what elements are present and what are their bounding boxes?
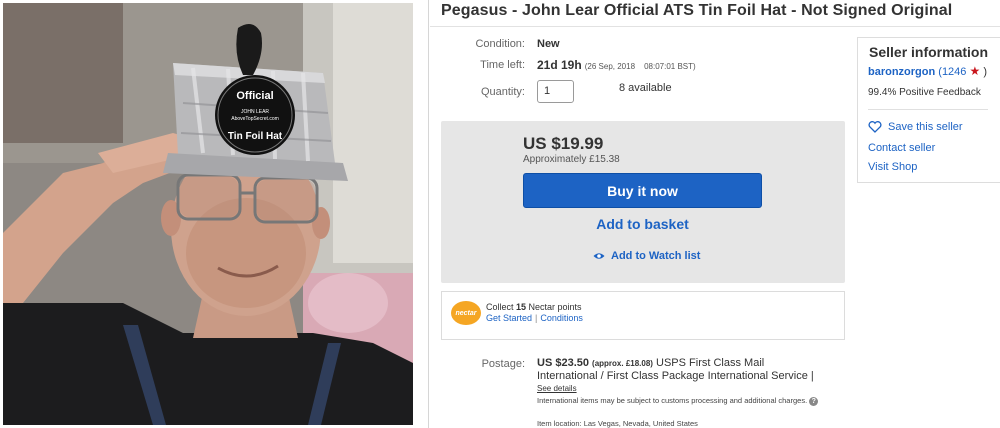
eye-icon xyxy=(593,253,605,259)
condition-value: New xyxy=(537,38,560,50)
price: US $19.99 xyxy=(523,134,604,153)
nectar-get-started-link[interactable]: Get Started xyxy=(486,313,532,323)
nectar-conditions-link[interactable]: Conditions xyxy=(540,313,583,323)
feedback-star-icon: ★ xyxy=(969,64,981,78)
time-left-time: 08:07:01 BST) xyxy=(644,62,696,71)
add-to-watch-list-button[interactable]: Add to Watch list xyxy=(593,250,700,262)
postage-approx: (approx. £18.08) xyxy=(592,359,653,368)
nectar-collect-prefix: Collect xyxy=(486,302,517,312)
seller-score-link[interactable]: (1246 xyxy=(938,66,966,78)
seller-heading: Seller information xyxy=(869,44,989,60)
postage-label: Postage: xyxy=(481,358,525,370)
listing-title: Pegasus - John Lear Official ATS Tin Foi… xyxy=(441,2,953,19)
condition-label: Condition: xyxy=(475,38,525,50)
listing-photo[interactable]: Official JOHN LEAR AboveTopSecret.com Ti… xyxy=(3,3,413,425)
quantity-label: Quantity: xyxy=(480,86,525,98)
nectar-collect-text: Collect 15 Nectar points xyxy=(486,302,582,312)
seller-name-link[interactable]: baronzorgon xyxy=(868,66,935,78)
buy-it-now-button[interactable]: Buy it now xyxy=(523,173,762,208)
price-approx: Approximately £15.38 xyxy=(523,154,620,165)
save-seller-link[interactable]: Save this seller xyxy=(868,121,963,133)
contact-seller-link[interactable]: Contact seller xyxy=(868,142,935,154)
add-to-basket-button[interactable]: Add to basket xyxy=(523,213,762,235)
postage-service-line-2: International / First Class Package Inte… xyxy=(537,370,814,382)
available-count: 8 available xyxy=(619,82,672,94)
save-seller-label: Save this seller xyxy=(888,121,963,133)
international-note-text: International items may be subject to cu… xyxy=(537,396,808,405)
title-divider xyxy=(430,26,1000,27)
seller-divider xyxy=(868,109,988,110)
postage-line-1: US $23.50 (approx. £18.08) USPS First Cl… xyxy=(537,357,764,369)
help-icon[interactable]: ? xyxy=(809,397,819,406)
hat-badge-top-text: Official xyxy=(236,90,273,102)
photo-divider xyxy=(428,0,429,428)
hat-badge-mid1-text: JOHN LEAR xyxy=(241,109,269,115)
nectar-collect-suffix: Nectar points xyxy=(526,302,582,312)
postage-price: US $23.50 xyxy=(537,357,589,369)
time-left: 21d 19h (26 Sep, 2018 08:07:01 BST) xyxy=(537,58,696,72)
nectar-points: 15 xyxy=(516,302,527,312)
listing-photo-illustration: Official JOHN LEAR AboveTopSecret.com Ti… xyxy=(3,3,413,425)
heart-icon xyxy=(868,121,882,133)
nectar-links: Get Started | Conditions xyxy=(486,313,583,323)
nectar-logo-icon: nectar xyxy=(451,301,481,325)
international-note: International items may be subject to cu… xyxy=(537,396,827,406)
visit-shop-link[interactable]: Visit Shop xyxy=(868,161,917,173)
item-location: Item location: Las Vegas, Nevada, United… xyxy=(537,419,698,428)
see-details-link[interactable]: See details xyxy=(537,384,577,393)
watch-list-label: Add to Watch list xyxy=(611,250,701,262)
time-left-value: 21d 19h xyxy=(537,58,582,72)
time-left-label: Time left: xyxy=(480,59,525,71)
nectar-link-separator: | xyxy=(535,313,538,323)
postage-service-line-1: USPS First Class Mail xyxy=(656,357,765,369)
seller-score-close: ) xyxy=(983,66,987,78)
seller-name-row: baronzorgon (1246 ★ ) xyxy=(868,64,987,78)
quantity-input[interactable]: 1 xyxy=(537,80,574,103)
positive-feedback: 99.4% Positive Feedback xyxy=(868,87,981,98)
time-left-date: (26 Sep, 2018 xyxy=(584,62,636,71)
hat-badge-mid2-text: AboveTopSecret.com xyxy=(231,116,279,122)
hat-badge-bottom-text: Tin Foil Hat xyxy=(228,131,283,142)
